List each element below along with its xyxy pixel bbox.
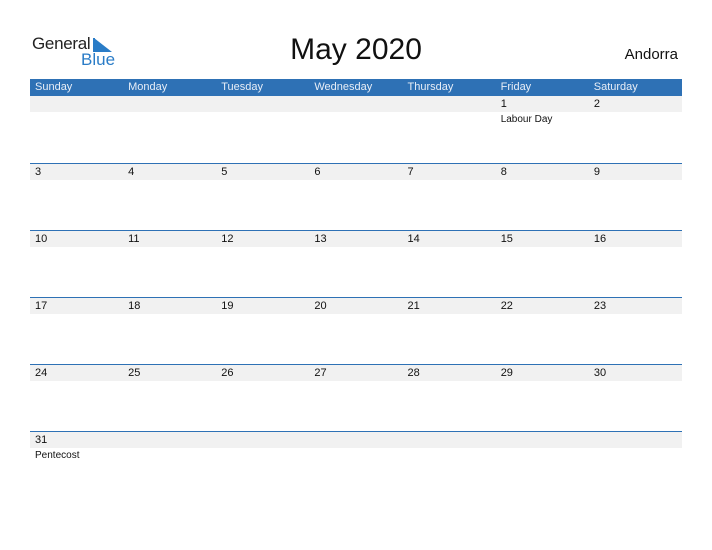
weekday-tuesday: Tuesday	[221, 81, 264, 93]
day-cell	[403, 96, 496, 162]
day-number: 31	[35, 434, 48, 446]
day-cell: 9	[589, 164, 682, 230]
day-number: 5	[221, 166, 228, 178]
day-cell: 20	[309, 298, 402, 364]
day-cell: 18	[123, 298, 216, 364]
day-number: 30	[593, 367, 607, 379]
day-cell: 19	[216, 298, 309, 364]
day-cell	[496, 432, 589, 498]
day-cell: 1 Labour Day	[496, 96, 589, 162]
day-cell: 3	[30, 164, 123, 230]
day-number: 1	[500, 98, 507, 110]
day-cell: 12	[216, 231, 309, 297]
day-cell	[309, 96, 402, 162]
day-number: 19	[221, 300, 234, 312]
day-cell: 21	[403, 298, 496, 364]
weekday-sunday: Sunday	[35, 81, 73, 93]
day-cell: 25	[123, 365, 216, 431]
calendar-title: May 2020	[290, 33, 422, 66]
day-cell	[216, 96, 309, 162]
day-number: 17	[35, 300, 48, 312]
day-cell: 28	[403, 365, 496, 431]
day-number: 15	[500, 233, 513, 245]
day-number: 13	[314, 233, 327, 245]
day-cell: 23	[589, 298, 682, 364]
weekday-header: Sunday Monday Tuesday Wednesday Thursday…	[30, 79, 682, 96]
day-cell: 15	[496, 231, 589, 297]
day-cell: 24	[30, 365, 123, 431]
day-number: 11	[128, 233, 140, 245]
holiday-label: Labour Day	[500, 114, 553, 125]
day-number: 4	[128, 166, 135, 178]
day-cell: 8	[496, 164, 589, 230]
day-cell: 13	[309, 231, 402, 297]
day-cell	[309, 432, 402, 498]
week-row: 1 Labour Day 2	[30, 96, 682, 163]
week-row: 10 11 12 13 14 15 16	[30, 230, 682, 297]
day-cell: 6	[309, 164, 402, 230]
day-number: 12	[221, 233, 234, 245]
holiday-label: Pentecost	[35, 450, 80, 461]
day-cell: 27	[309, 365, 402, 431]
day-cell	[216, 432, 309, 498]
day-cell: 29	[496, 365, 589, 431]
day-number: 26	[221, 367, 234, 379]
day-cell: 4	[123, 164, 216, 230]
day-cell: 26	[216, 365, 309, 431]
weekday-friday: Friday	[500, 81, 532, 93]
day-cell: 2	[589, 96, 682, 162]
weekday-wednesday: Wednesday	[314, 81, 373, 93]
day-number: 7	[407, 166, 414, 178]
day-number: 8	[500, 166, 507, 178]
day-cell: 11	[123, 231, 216, 297]
week-row: 17 18 19 20 21 22 23	[30, 297, 682, 364]
day-number: 20	[314, 300, 327, 312]
day-number: 25	[128, 367, 141, 379]
day-number: 24	[35, 367, 48, 379]
day-number: 22	[500, 300, 513, 312]
day-cell	[589, 432, 682, 498]
day-number: 6	[314, 166, 321, 178]
day-cell	[123, 96, 216, 162]
day-cell: 30	[589, 365, 682, 431]
day-number: 27	[314, 367, 327, 379]
country-label: Andorra	[624, 46, 678, 63]
day-cell: 17	[30, 298, 123, 364]
week-row: 3 4 5 6 7 8 9	[30, 163, 682, 230]
weekday-monday: Monday	[128, 81, 168, 93]
day-number: 23	[593, 300, 607, 312]
day-cell: 5	[216, 164, 309, 230]
day-number: 2	[593, 98, 600, 110]
day-cell: 22	[496, 298, 589, 364]
day-cell	[123, 432, 216, 498]
day-cell: 16	[589, 231, 682, 297]
weekday-saturday: Saturday	[593, 81, 638, 93]
week-row: 24 25 26 27 28 29 30	[30, 364, 682, 431]
day-number: 29	[500, 367, 513, 379]
day-cell	[403, 432, 496, 498]
calendar-grid: Sunday Monday Tuesday Wednesday Thursday…	[30, 79, 682, 498]
day-number: 18	[128, 300, 141, 312]
week-row: 31 Pentecost	[30, 431, 682, 498]
day-number: 28	[407, 367, 420, 379]
day-number: 3	[35, 166, 42, 178]
day-cell	[30, 96, 123, 162]
day-cell: 7	[403, 164, 496, 230]
weekday-thursday: Thursday	[407, 81, 454, 93]
day-number: 16	[593, 233, 607, 245]
day-cell: 10	[30, 231, 123, 297]
day-number: 14	[407, 233, 420, 245]
day-cell: 31 Pentecost	[30, 432, 123, 498]
day-number: 9	[593, 166, 600, 178]
weeks-container: 1 Labour Day 2 3 4 5 6 7 8 9 10 11 12 13 14 15 16 17 18 19 2…	[30, 96, 682, 498]
day-cell: 14	[403, 231, 496, 297]
day-number: 21	[407, 300, 420, 312]
day-number: 10	[35, 233, 48, 245]
